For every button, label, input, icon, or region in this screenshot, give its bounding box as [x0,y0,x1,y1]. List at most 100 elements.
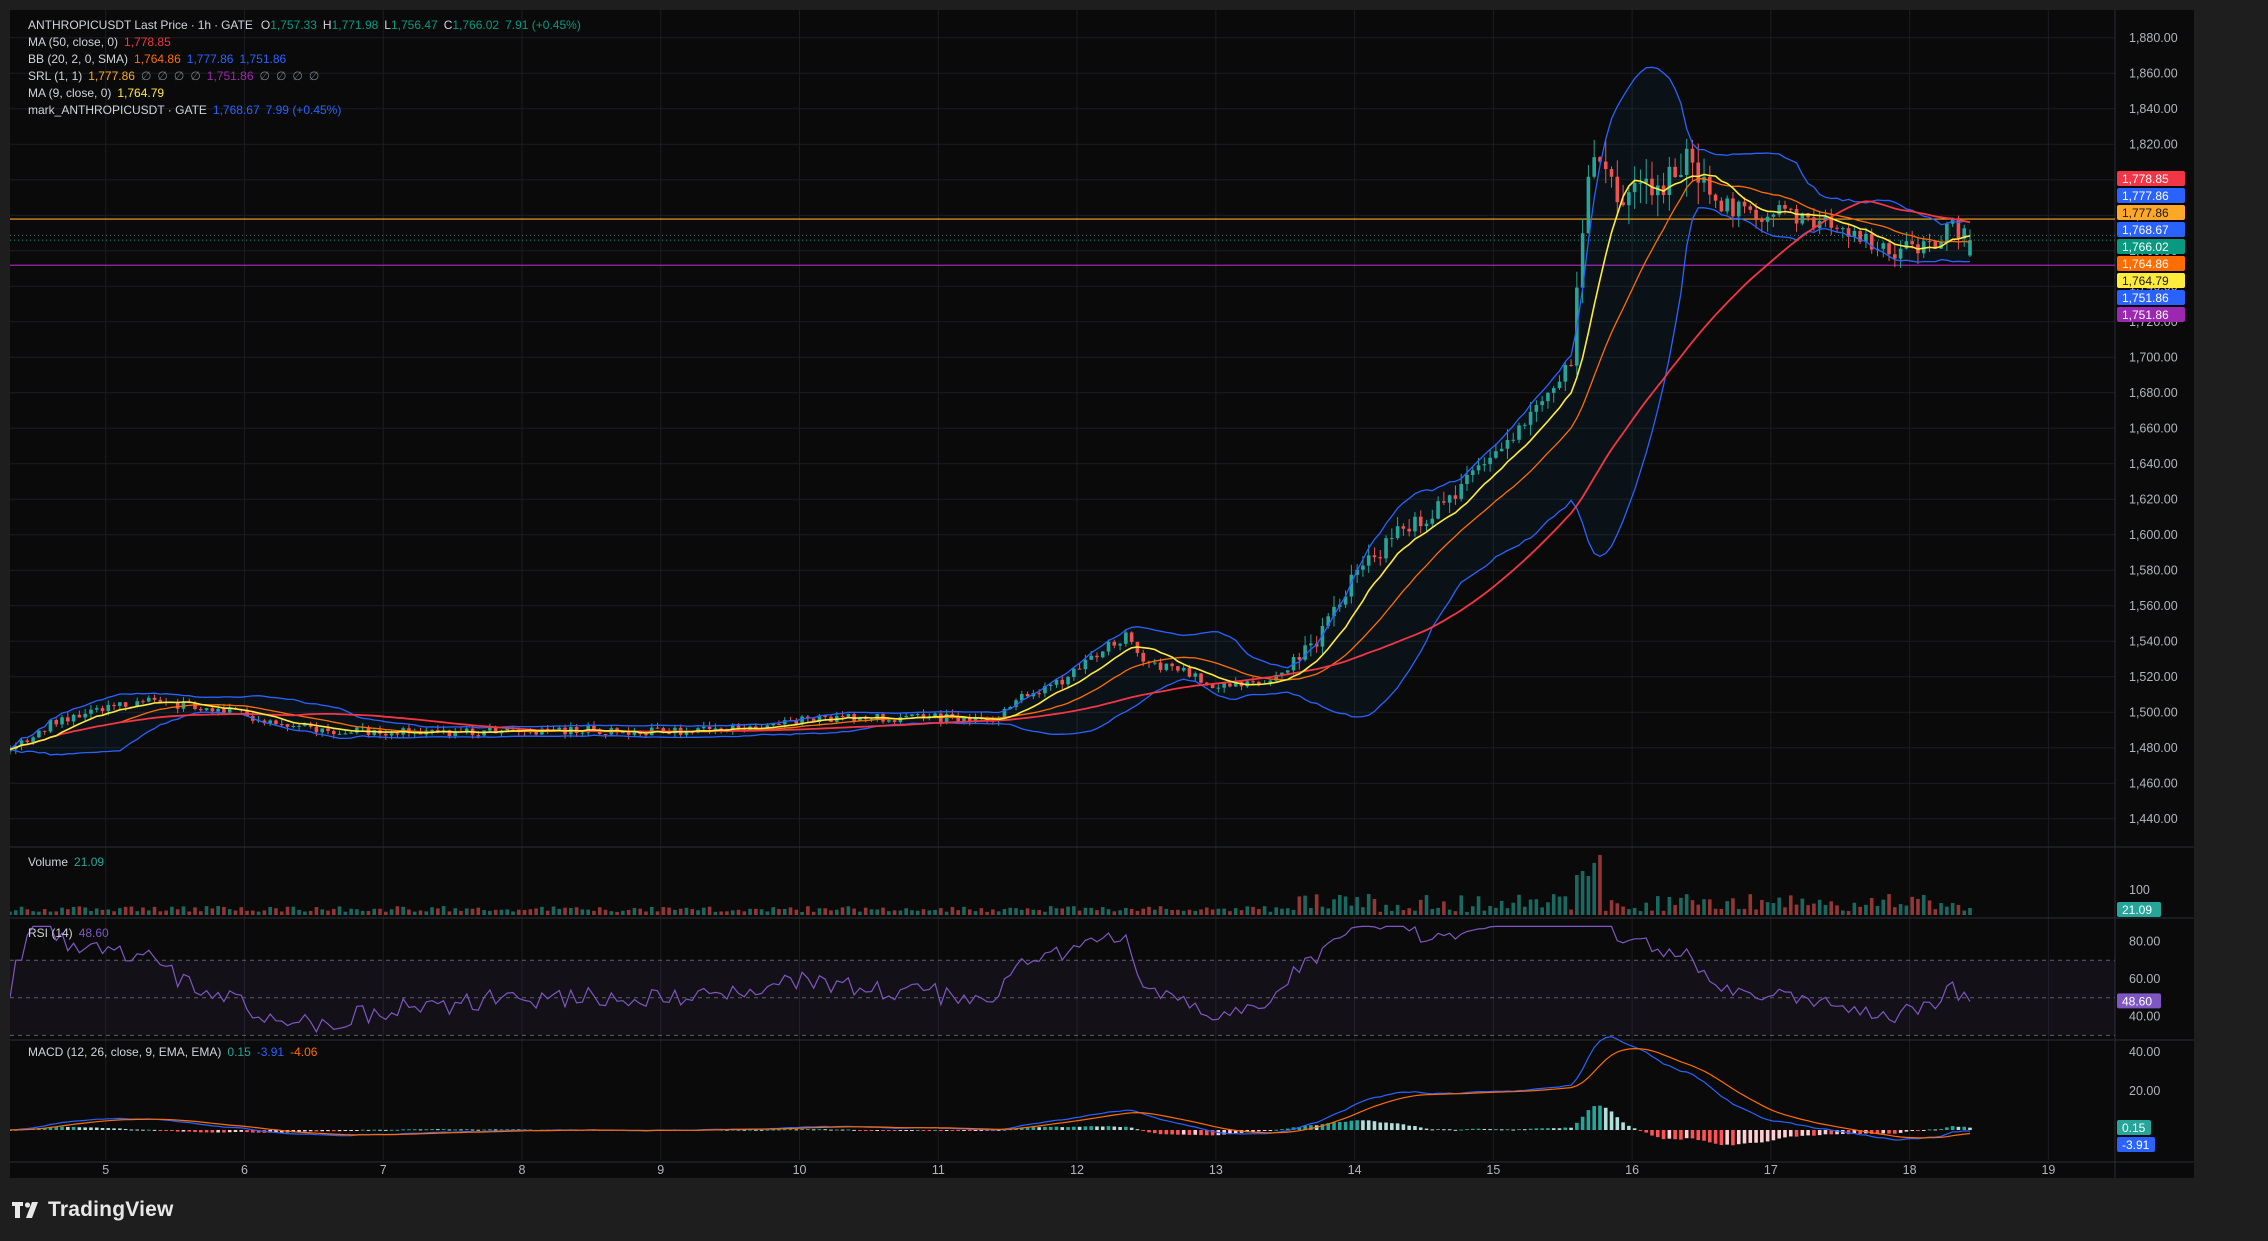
candle-body [106,704,111,712]
macd-histogram-bar [892,1130,897,1131]
volume-bar [1268,911,1273,915]
volume-bar [1060,908,1065,915]
volume-bar [135,911,139,915]
macd-histogram-bar [308,1130,313,1132]
macd-histogram-bar [1372,1121,1377,1130]
macd-histogram-bar [1546,1128,1550,1130]
macd-histogram-bar [239,1130,244,1132]
candle-body [37,730,41,738]
candle-body [279,724,284,726]
indicator-row[interactable]: mark_ANTHROPICUSDT · GATE 1,768.67 7.99 (+… [28,102,347,118]
tradingview-footer[interactable]: TradingView [12,1195,174,1225]
volume-bar [1800,898,1805,915]
volume-bar [806,906,810,915]
volume-bar [245,910,249,915]
macd-histogram-bar [1893,1130,1897,1134]
price-tick-label: 1,620.00 [2129,492,2178,506]
candle-body [1118,643,1122,646]
indicator-value: 1,768.67 [212,103,260,117]
volume-bar [1673,904,1677,915]
macd-histogram-bar [320,1130,325,1132]
volume-bar [216,906,220,915]
volume-bar [1817,899,1822,915]
volume-bar [1274,907,1278,915]
volume-bar [1580,870,1585,915]
price-tick-label: 1,640.00 [2129,457,2178,471]
rsi-badge-label: 48.60 [2122,994,2152,1008]
volume-bar [1245,906,1250,915]
candle-body [1632,182,1637,193]
macd-histogram-bar [187,1130,192,1132]
macd-histogram-bar [1794,1130,1799,1137]
volume-bar [522,909,527,915]
macd-signal-line [10,1047,1971,1139]
volume-bar [303,911,307,915]
volume-badge-label: 21.09 [2122,903,2152,917]
indicator-row[interactable]: BB (20, 2, 0, SMA) 1,764.86 1,777.86 1,751.… [28,51,292,67]
price-tick-label: 1,680.00 [2129,386,2178,400]
macd-histogram-bar [1754,1130,1758,1143]
volume-bar [1760,899,1764,915]
candle-body [1684,148,1689,176]
volume-bar [615,911,619,915]
price-badge-label: 1,764.79 [2122,274,2169,288]
macd-histogram-bar [1696,1130,1701,1141]
macd-histogram-bar [1031,1127,1036,1130]
macd-histogram-bar [1274,1129,1278,1131]
indicator-value: 1,751.86 [206,69,254,83]
volume-bar [1297,896,1302,915]
candle-body [1690,148,1695,163]
macd-histogram-bar [777,1129,781,1131]
volume-bar [1031,909,1036,915]
volume-bar [858,911,862,915]
macd-histogram-bar [94,1127,99,1130]
macd-histogram-bar [389,1129,394,1131]
volume-bar [1465,911,1469,915]
volume-bar [1077,910,1082,915]
macd-legend[interactable]: MACD (12, 26, close, 9, EMA, EMA) 0.15 -3.… [28,1045,323,1059]
volume-bar [1181,910,1186,915]
volume-bar [1135,910,1140,915]
candle-body [1459,483,1463,499]
macd-histogram-bar [1788,1130,1793,1137]
volume-bar [175,909,180,915]
volume-bar [1736,909,1741,915]
macd-histogram-bar [1950,1126,1955,1130]
macd-histogram-bar [112,1128,116,1130]
indicator-row[interactable]: MA (50, close, 0) 1,778.85 [28,34,177,50]
volume-bar [609,911,614,915]
volume-bar [800,911,804,915]
macd-histogram-bar [459,1129,463,1131]
candle-body [146,697,151,702]
rsi-legend[interactable]: RSI (14) 48.60 [28,926,115,940]
volume-bar [1528,899,1533,915]
macd-histogram-bar [881,1130,885,1131]
macd-histogram-bar [1760,1130,1764,1143]
volume-bar [1829,901,1834,915]
volume-legend[interactable]: Volume 21.09 [28,855,110,869]
macd-histogram-bar [1777,1130,1781,1139]
volume-bar [840,907,845,915]
price-tick-label: 1,560.00 [2129,599,2178,613]
indicator-row[interactable]: MA (9, close, 0) 1,764.79 [28,85,170,101]
volume-bar [967,909,972,915]
chart-canvas[interactable]: 1,880.001,860.001,840.001,820.001,800.00… [10,10,2194,1178]
indicator-value: ∅ [275,69,287,83]
volume-bar [193,907,197,915]
candle-body [112,704,116,706]
indicator-value: ∅ [308,69,320,83]
indicator-row[interactable]: SRL (1, 1) 1,777.86 ∅ ∅ ∅ ∅ 1,751.86 ∅ ∅ ∅ ∅ [28,68,325,84]
volume-bar [852,908,856,915]
macd-histogram-bar [858,1130,862,1131]
volume-bar [100,909,105,915]
macd-histogram-bar [384,1129,388,1131]
candle-body [1783,205,1787,209]
symbol-legend[interactable]: ANTHROPICUSDT Last Price · 1h · GATE O1,757.33… [28,17,587,33]
date-tick-label: 15 [1486,1163,1500,1177]
volume-bar [979,908,984,915]
macd-histogram-bar [1742,1130,1747,1144]
candle-body [1482,464,1487,466]
price-tick-label: 1,580.00 [2129,563,2178,577]
macd-histogram-bar [794,1129,799,1131]
candle-body [1592,157,1596,177]
